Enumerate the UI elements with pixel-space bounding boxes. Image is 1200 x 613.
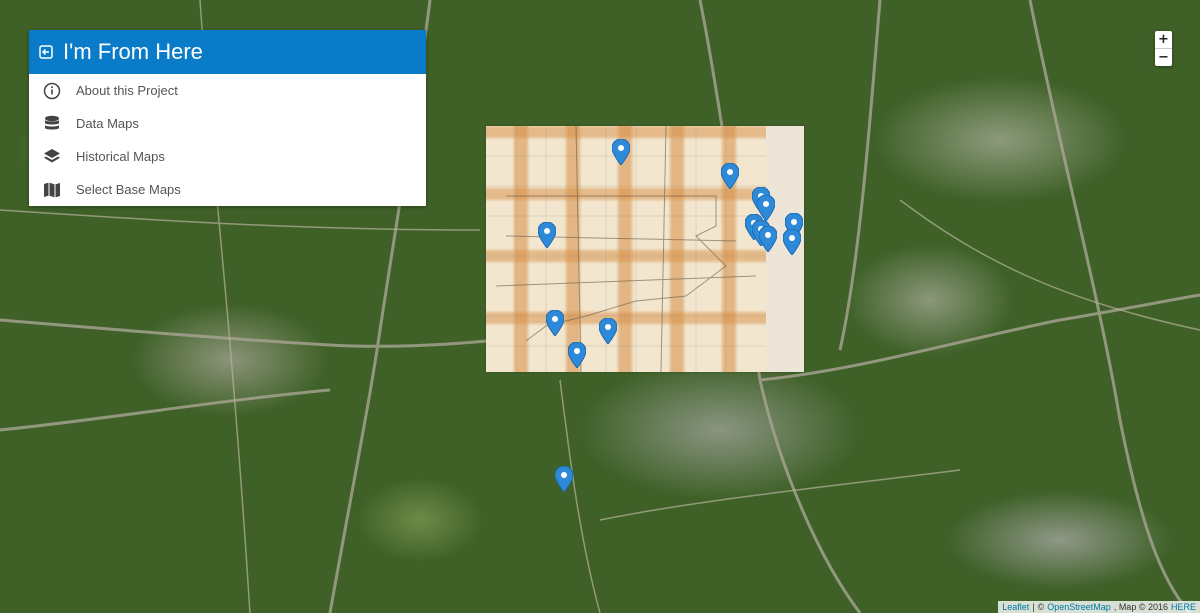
menu-item-historical-maps[interactable]: Historical Maps <box>29 140 426 173</box>
map-marker[interactable] <box>546 310 564 336</box>
menu-item-about[interactable]: About this Project <box>29 74 426 107</box>
menu-item-data-maps[interactable]: Data Maps <box>29 107 426 140</box>
map-marker[interactable] <box>538 222 556 248</box>
map-copyright-text: , Map © 2016 <box>1113 602 1168 612</box>
sidebar-panel: I'm From Here About this Project Data Ma… <box>29 30 426 206</box>
map-marker[interactable] <box>759 226 777 252</box>
menu-item-label: Select Base Maps <box>76 182 181 197</box>
historical-map-overlay <box>486 126 804 372</box>
info-icon <box>29 82 75 100</box>
historical-map-lines <box>486 126 766 372</box>
zoom-control: + − <box>1155 31 1172 66</box>
collapse-panel-icon[interactable] <box>29 45 63 59</box>
map-marker[interactable] <box>721 163 739 189</box>
copyright-symbol: © <box>1037 602 1045 612</box>
map-marker[interactable] <box>612 139 630 165</box>
leaflet-link[interactable]: Leaflet <box>1002 602 1029 612</box>
menu-item-label: Data Maps <box>76 116 139 131</box>
map-icon <box>29 181 75 199</box>
map-attribution: Leaflet | © OpenStreetMap , Map © 2016 H… <box>998 601 1200 613</box>
menu-item-label: Historical Maps <box>76 149 165 164</box>
map-marker[interactable] <box>599 318 617 344</box>
map-marker[interactable] <box>568 342 586 368</box>
attribution-separator: | <box>1032 602 1035 612</box>
menu-item-label: About this Project <box>76 83 178 98</box>
openstreetmap-link[interactable]: OpenStreetMap <box>1047 602 1111 612</box>
layers-icon <box>29 148 75 166</box>
zoom-out-button[interactable]: − <box>1155 49 1172 66</box>
here-link[interactable]: HERE <box>1171 602 1196 612</box>
menu-item-base-maps[interactable]: Select Base Maps <box>29 173 426 206</box>
map-marker[interactable] <box>783 229 801 255</box>
panel-header: I'm From Here <box>29 30 426 74</box>
zoom-in-button[interactable]: + <box>1155 31 1172 48</box>
panel-title: I'm From Here <box>63 39 203 64</box>
map-marker[interactable] <box>555 466 573 492</box>
database-icon <box>29 115 75 133</box>
